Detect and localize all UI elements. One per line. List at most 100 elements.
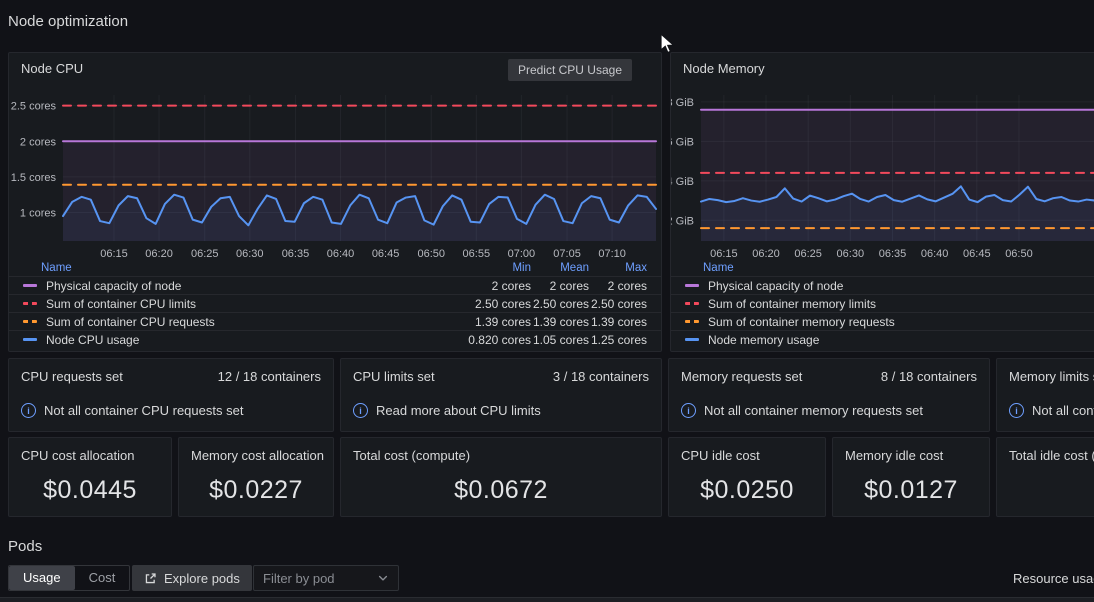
- node-memory-legend: Name Physical capacity of node Sum of co…: [671, 259, 1094, 348]
- series-swatch: [685, 302, 699, 305]
- series-name[interactable]: Physical capacity of node: [708, 279, 843, 293]
- series-max: 2.50 cores: [589, 297, 647, 311]
- series-name[interactable]: Physical capacity of node: [46, 279, 181, 293]
- legend-row: Physical capacity of node: [671, 276, 1094, 294]
- series-min: 2.50 cores: [451, 297, 531, 311]
- series-max: 1.25 cores: [589, 333, 647, 347]
- info-icon: i: [353, 403, 368, 418]
- legend-header-min[interactable]: Min: [451, 262, 531, 274]
- svg-text:8 GiB: 8 GiB: [671, 97, 694, 109]
- series-swatch: [23, 320, 37, 323]
- series-min: 0.820 cores: [451, 333, 531, 347]
- legend-header-name[interactable]: Name: [41, 262, 72, 274]
- filter-by-pod-placeholder: Filter by pod: [263, 571, 335, 586]
- legend-row: Sum of container CPU requests 1.39 cores…: [9, 312, 661, 330]
- series-mean: 2.50 cores: [531, 297, 589, 311]
- panel-cpu-requests-set: CPU requests set 12 / 18 containers i No…: [8, 358, 334, 432]
- legend-header-mean[interactable]: Mean: [531, 262, 589, 274]
- resource-usage-label: Resource usage: [1013, 571, 1094, 586]
- legend-row: Node CPU usage 0.820 cores 1.05 cores 1.…: [9, 330, 661, 348]
- cost-value: $0.0227: [179, 476, 333, 505]
- filter-by-pod-select[interactable]: Filter by pod: [253, 565, 399, 591]
- panel-node-cpu: Node CPU Predict CPU Usage 06:15 06:20 06:…: [8, 52, 662, 352]
- tab-usage[interactable]: Usage: [9, 566, 75, 590]
- svg-text:06:35: 06:35: [879, 248, 907, 259]
- svg-text:2 cores: 2 cores: [20, 136, 57, 148]
- series-name[interactable]: Node CPU usage: [46, 333, 139, 347]
- stat-note-text: Not all container CPU requests set: [44, 403, 243, 418]
- svg-text:06:30: 06:30: [236, 248, 264, 259]
- series-swatch: [685, 338, 699, 341]
- series-name[interactable]: Node memory usage: [708, 333, 819, 347]
- svg-text:06:25: 06:25: [191, 248, 219, 259]
- info-icon: i: [21, 403, 36, 418]
- cost-value: $0.0672: [341, 476, 661, 505]
- stat-value: 12 / 18 containers: [218, 369, 321, 384]
- series-min: 2 cores: [451, 279, 531, 293]
- tab-cost[interactable]: Cost: [75, 566, 130, 590]
- series-name[interactable]: Sum of container CPU limits: [46, 297, 196, 311]
- node-cpu-legend: Name Min Mean Max Physical capacity of n…: [9, 259, 661, 348]
- svg-text:06:15: 06:15: [710, 248, 738, 259]
- svg-text:07:00: 07:00: [508, 248, 536, 259]
- svg-text:06:25: 06:25: [794, 248, 822, 259]
- stat-title: Memory requests set: [681, 369, 802, 384]
- cost-value: $0.0445: [9, 476, 171, 505]
- info-icon: i: [681, 403, 696, 418]
- panel-node-memory: Node Memory 06:1506:2006:2506:3006:3506:…: [670, 52, 1094, 352]
- svg-text:06:50: 06:50: [417, 248, 445, 259]
- stat-note-link[interactable]: Read more about CPU limits: [376, 403, 541, 418]
- legend-row: Physical capacity of node 2 cores 2 core…: [9, 276, 661, 294]
- legend-row: Sum of container CPU limits 2.50 cores 2…: [9, 294, 661, 312]
- legend-row: Node memory usage: [671, 330, 1094, 348]
- svg-text:06:55: 06:55: [463, 248, 491, 259]
- svg-text:07:10: 07:10: [598, 248, 626, 259]
- node-memory-chart[interactable]: 06:1506:2006:2506:3006:3506:4006:4506:50…: [671, 87, 1094, 259]
- node-cpu-chart[interactable]: 06:1506:2006:2506:3006:3506:4006:4506:50…: [9, 87, 659, 259]
- series-name[interactable]: Sum of container CPU requests: [46, 315, 215, 329]
- legend-header-max[interactable]: Max: [589, 262, 647, 274]
- cost-value: $0.0127: [833, 476, 989, 505]
- panel-title-node-cpu: Node CPU: [21, 61, 83, 76]
- legend-header: Name Min Mean Max: [9, 259, 661, 276]
- explore-pods-label: Explore pods: [164, 571, 240, 586]
- legend-header-name[interactable]: Name: [703, 262, 734, 274]
- svg-text:2 GiB: 2 GiB: [671, 215, 694, 227]
- svg-text:6 GiB: 6 GiB: [671, 136, 694, 148]
- grafana-dashboard: Node optimization Node CPU Predict CPU U…: [0, 0, 1094, 602]
- svg-text:06:20: 06:20: [752, 248, 780, 259]
- series-name[interactable]: Sum of container memory limits: [708, 297, 876, 311]
- series-max: 1.39 cores: [589, 315, 647, 329]
- stat-title: CPU requests set: [21, 369, 123, 384]
- explore-pods-button[interactable]: Explore pods: [132, 565, 252, 591]
- stat-title: Memory limits set: [1009, 369, 1094, 384]
- svg-text:07:05: 07:05: [553, 248, 581, 259]
- series-mean: 2 cores: [531, 279, 589, 293]
- panel-cpu-cost-allocation: CPU cost allocation $0.0445: [8, 437, 172, 517]
- svg-text:4 GiB: 4 GiB: [671, 176, 694, 188]
- series-mean: 1.05 cores: [531, 333, 589, 347]
- series-swatch: [23, 338, 37, 341]
- series-mean: 1.39 cores: [531, 315, 589, 329]
- panel-total-idle-cost: Total idle cost (compute): [996, 437, 1094, 517]
- svg-text:06:50: 06:50: [1005, 248, 1033, 259]
- svg-text:1 cores: 1 cores: [20, 208, 57, 220]
- svg-text:06:40: 06:40: [327, 248, 355, 259]
- svg-text:06:15: 06:15: [100, 248, 128, 259]
- usage-cost-toggle: Usage Cost: [8, 565, 130, 591]
- cost-value: $0.0250: [669, 476, 825, 505]
- stat-value: 8 / 18 containers: [881, 369, 977, 384]
- series-swatch: [685, 320, 699, 323]
- cost-title: CPU cost allocation: [21, 448, 134, 463]
- section-row-node-optimization[interactable]: Node optimization: [8, 13, 128, 30]
- stat-note-text: Not all container memory requests set: [704, 403, 923, 418]
- cost-title: Memory idle cost: [845, 448, 943, 463]
- panel-memory-cost-allocation: Memory cost allocation $0.0227: [178, 437, 334, 517]
- svg-text:06:20: 06:20: [145, 248, 173, 259]
- external-link-icon: [144, 572, 157, 585]
- series-name[interactable]: Sum of container memory requests: [708, 315, 895, 329]
- info-icon: i: [1009, 403, 1024, 418]
- series-swatch: [685, 284, 699, 287]
- section-row-pods[interactable]: Pods: [8, 538, 42, 555]
- predict-cpu-usage-button[interactable]: Predict CPU Usage: [508, 59, 632, 81]
